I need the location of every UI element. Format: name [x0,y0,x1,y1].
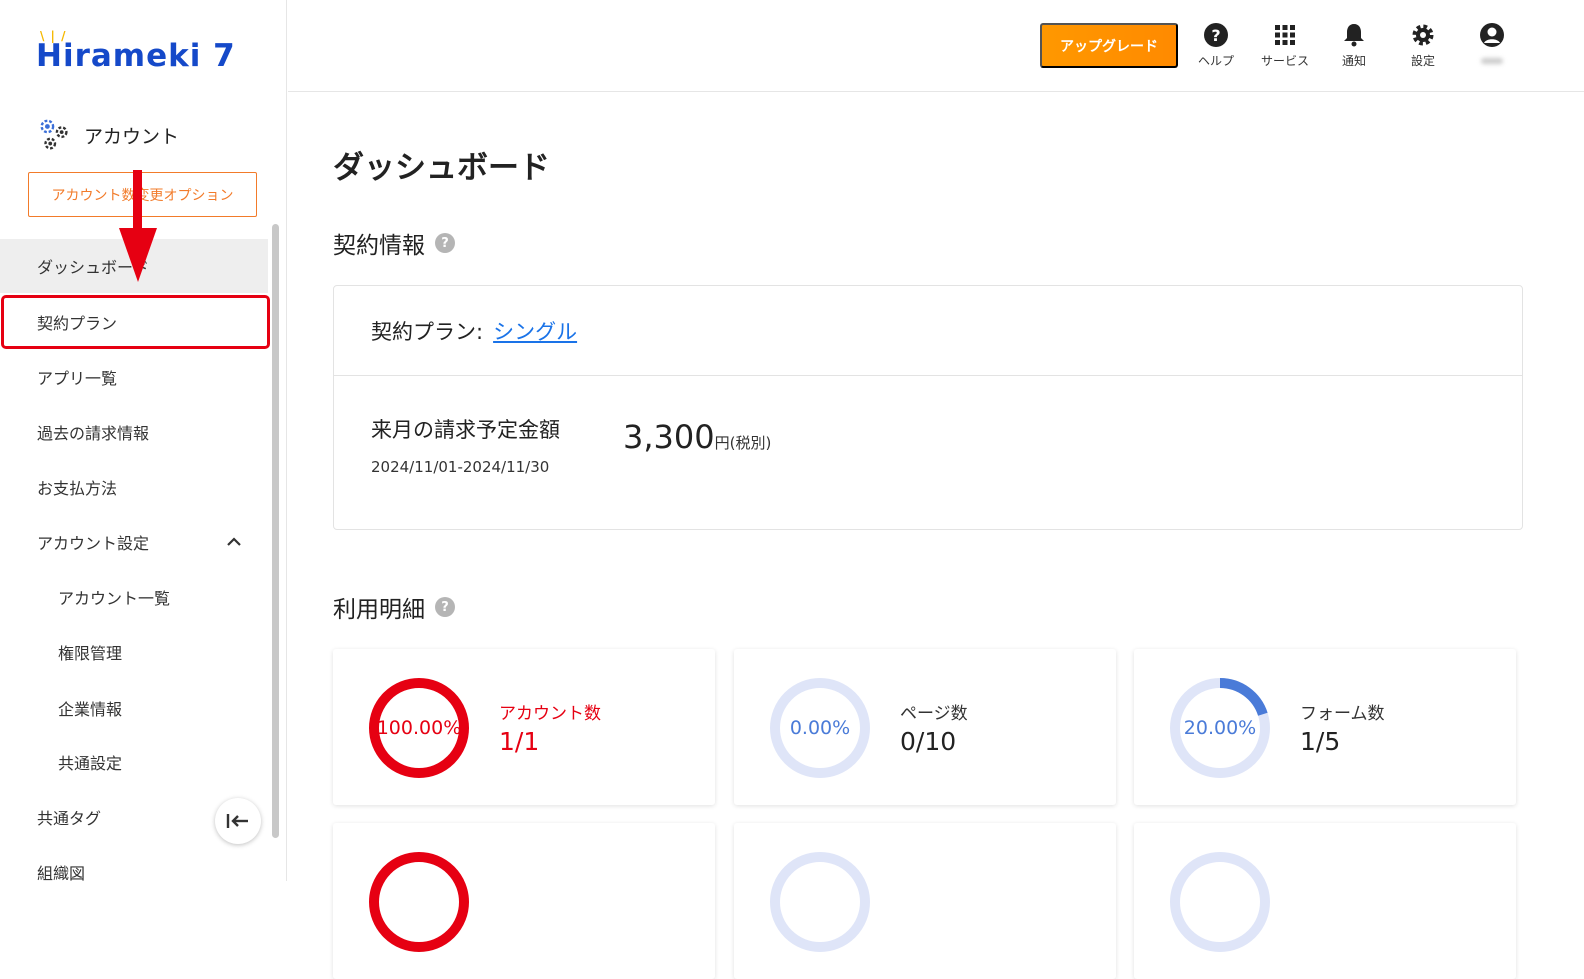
svg-text:?: ? [1211,26,1220,45]
usage-card-row2-1 [333,823,715,979]
bell-icon [1344,24,1364,47]
collapse-sidebar-button[interactable] [215,798,261,844]
collapse-left-icon [226,814,248,828]
billing-amount: 3,300 円(税別) [623,418,771,456]
usage-card-pages: 0.00% ページ数 0/10 [734,649,1116,805]
notifications-button[interactable]: 通知 [1323,22,1385,69]
user-icon [1480,23,1504,47]
user-name-blurred [1481,58,1503,64]
user-menu-button[interactable] [1461,22,1523,64]
sidebar-item-label: 契約プラン [37,314,118,333]
usage-percent: 0.00% [789,717,851,739]
usage-card-accounts: 100.00% アカウント数 1/1 [333,649,715,805]
usage-label: フォーム数 [1300,704,1385,724]
sidebar: \ | / Hirameki 7 アカウント アカウント数変更オプション ダッシ… [0,0,287,881]
plan-link[interactable]: シングル [493,316,577,346]
billing-period: 2024/11/01-2024/11/30 [371,458,550,476]
sidebar-item-label: アプリ一覧 [37,369,118,388]
usage-card-row2-2 [734,823,1116,979]
billing-amount-value: 3,300 [623,418,715,456]
sidebar-item-label: お支払方法 [37,479,118,498]
logo-text: Hirameki 7 [36,38,236,74]
usage-label: アカウント数 [499,704,601,724]
usage-donut-partial [369,852,469,952]
sidebar-item-billing-history[interactable]: 過去の請求情報 [0,405,268,459]
sidebar-item-label: アカウント一覧 [58,589,171,608]
sidebar-section-title: アカウント [84,125,180,148]
usage-percent: 100.00% [376,717,462,739]
question-icon: ? [1204,23,1228,47]
account-option-button[interactable]: アカウント数変更オプション [28,172,257,217]
usage-card-forms: 20.00% フォーム数 1/5 [1134,649,1516,805]
usage-card-row2-3 [1134,823,1516,979]
usage-percent: 20.00% [1183,717,1257,739]
usage-label: ページ数 [900,704,968,724]
sidebar-item-label: 過去の請求情報 [37,424,150,443]
logo-spark-icon: \ | / [40,29,67,43]
help-label: ヘルプ [1197,54,1234,68]
services-button[interactable]: サービス [1254,22,1316,69]
grid-icon [1275,25,1295,45]
sidebar-item-contract-plan[interactable]: 契約プラン [0,295,268,349]
usage-donut-partial [770,852,870,952]
sidebar-item-account-settings[interactable]: アカウント設定 [0,515,268,569]
usage-value: 1/1 [499,727,540,756]
usage-section-title: 利用明細 [333,597,425,623]
brand-logo[interactable]: \ | / Hirameki 7 [36,29,236,74]
usage-donut-partial [1170,852,1270,952]
sidebar-item-label: 組織図 [37,864,86,881]
sidebar-item-org-chart[interactable]: 組織図 [0,845,268,881]
help-circle-icon[interactable]: ? [435,597,455,617]
sidebar-item-dashboard[interactable]: ダッシュボード [0,239,268,293]
plan-row: 契約プラン: シングル [371,316,577,346]
settings-button[interactable]: 設定 [1392,22,1454,69]
chevron-up-icon[interactable] [224,532,244,552]
billing-label: 来月の請求予定金額 [371,418,560,442]
usage-value: 0/10 [900,727,957,756]
contract-section-title: 契約情報 [333,233,425,259]
sidebar-item-payment-method[interactable]: お支払方法 [0,460,268,514]
sidebar-item-account-list[interactable]: アカウント一覧 [0,570,268,624]
sidebar-item-label: ダッシュボード [37,258,150,277]
sidebar-item-permissions[interactable]: 権限管理 [0,625,268,679]
notifications-label: 通知 [1341,54,1366,68]
settings-gear-icon [1412,24,1434,46]
card-divider [334,375,1522,376]
gear-icon [40,119,68,150]
top-bar: アップグレード ? ヘルプ サービス 通知 設定 [288,0,1584,92]
sidebar-item-label: 権限管理 [58,644,123,663]
help-button[interactable]: ? ヘルプ [1185,22,1247,69]
contract-info-card: 契約プラン: シングル 来月の請求予定金額 2024/11/01-2024/11… [333,285,1523,530]
sidebar-item-label: 共通タグ [37,809,102,828]
usage-value: 1/5 [1300,727,1341,756]
services-label: サービス [1260,54,1309,68]
settings-label: 設定 [1410,54,1435,68]
plan-label: 契約プラン: [371,320,484,344]
page-title: ダッシュボード [333,150,550,186]
sidebar-item-company-info[interactable]: 企業情報 [0,681,268,735]
contract-section-header: 契約情報 ? [333,226,455,260]
upgrade-button[interactable]: アップグレード [1040,23,1178,68]
sidebar-item-label: アカウント設定 [37,534,150,553]
billing-amount-unit: 円(税別) [714,434,772,452]
sidebar-item-app-list[interactable]: アプリ一覧 [0,350,268,404]
sidebar-section-header: アカウント [36,116,179,154]
usage-section-header: 利用明細 ? [333,590,455,624]
help-circle-icon[interactable]: ? [435,233,455,253]
sidebar-item-common-settings[interactable]: 共通設定 [0,735,268,789]
sidebar-item-label: 共通設定 [58,754,123,773]
sidebar-scrollbar[interactable] [272,224,279,838]
sidebar-item-label: 企業情報 [58,700,123,719]
